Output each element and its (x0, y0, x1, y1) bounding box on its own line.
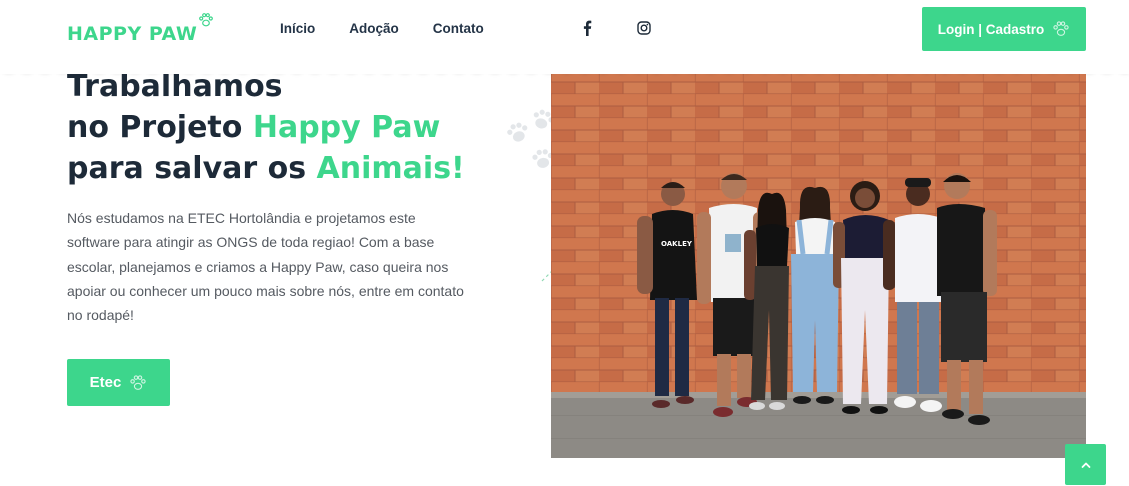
login-signup-label: Login | Cadastro (937, 21, 1045, 37)
headline-line-3: para salvar os Animais! (67, 148, 547, 189)
back-to-top-button[interactable] (1065, 444, 1106, 485)
paw-icon (199, 13, 214, 27)
headline-accent-happy-paw: Happy Paw (252, 110, 441, 145)
headline-line-2: no Projeto Happy Paw (67, 107, 547, 148)
chevron-up-icon (1081, 462, 1090, 468)
instagram-icon[interactable] (637, 21, 651, 35)
team-photo: OAKLEY (551, 70, 1086, 458)
logo[interactable]: HAPPY PAW (67, 13, 214, 48)
site-header: HAPPY PAW Início Adoção Contato Login | … (0, 0, 1129, 74)
facebook-icon[interactable] (580, 20, 594, 36)
main-nav: Início Adoção Contato (280, 19, 518, 39)
nav-link-contato[interactable]: Contato (433, 19, 484, 39)
etec-button-label: Etec (89, 374, 122, 391)
paw-outline-icon (130, 374, 146, 390)
headline-line-2-prefix: no Projeto (67, 110, 253, 145)
login-signup-button[interactable]: Login | Cadastro (922, 7, 1086, 51)
paw-outline-icon (1053, 21, 1069, 36)
logo-text: HAPPY PAW (67, 23, 198, 45)
headline-accent-animais: Animais! (316, 151, 465, 186)
nav-link-inicio[interactable]: Início (280, 19, 315, 39)
etec-button[interactable]: Etec (67, 359, 170, 406)
nav-link-adocao[interactable]: Adoção (349, 19, 399, 39)
headline-line-3-prefix: para salvar os (67, 151, 317, 186)
hero-paragraph: Nós estudamos na ETEC Hortolândia e proj… (67, 210, 464, 324)
page: HAPPY PAW Início Adoção Contato Login | … (0, 0, 1129, 486)
photo-tshirt-text: OAKLEY (661, 240, 693, 248)
